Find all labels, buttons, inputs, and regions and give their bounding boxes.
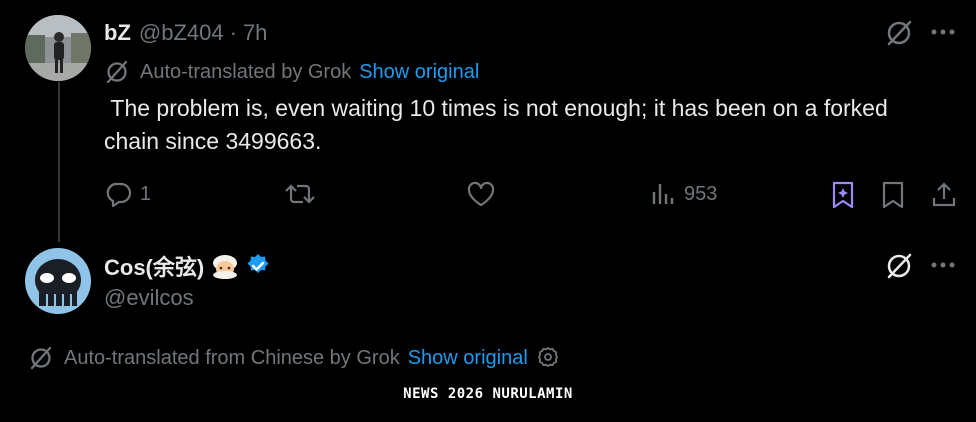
views-button[interactable]: 953 <box>650 180 717 208</box>
grok-icon <box>28 345 54 371</box>
display-name[interactable]: Cos(余弦) <box>104 250 204 282</box>
thread-connector-line <box>58 82 60 242</box>
translation-notice: Auto-translated from Chinese by Grok Sho… <box>28 344 560 372</box>
avatar[interactable] <box>25 248 91 314</box>
bookmark-icon <box>882 181 904 209</box>
grok-icon[interactable] <box>884 18 914 53</box>
more-icon[interactable] <box>928 22 958 47</box>
like-icon <box>467 181 495 207</box>
reply-button[interactable]: 1 <box>104 180 151 208</box>
grok-bookmark-button[interactable] <box>830 180 856 210</box>
grok-icon[interactable] <box>884 251 914 286</box>
translation-label: Auto-translated from Chinese by Grok <box>64 346 400 369</box>
show-original-link[interactable]: Show original <box>359 61 479 84</box>
display-name[interactable]: bZ <box>104 20 131 46</box>
more-icon[interactable] <box>928 255 958 280</box>
retweet-icon <box>285 184 315 204</box>
bookmark-button[interactable] <box>880 180 906 210</box>
reply-count: 1 <box>140 182 152 205</box>
tweet-header: Cos(余弦) <box>104 251 272 281</box>
views-icon <box>652 184 674 204</box>
verified-icon[interactable] <box>244 252 272 280</box>
user-handle[interactable]: @evilcos <box>104 285 194 311</box>
show-original-link[interactable]: Show original <box>408 347 528 370</box>
user-handle[interactable]: @bZ404 <box>139 20 224 46</box>
emoji-badge-icon <box>210 253 240 279</box>
avatar[interactable] <box>25 15 91 81</box>
retweet-button[interactable] <box>284 180 324 208</box>
timestamp[interactable]: 7h <box>243 20 267 46</box>
like-button[interactable] <box>466 180 504 208</box>
gear-icon[interactable] <box>536 346 560 370</box>
grok-bookmark-icon <box>832 181 854 209</box>
avatar-photo <box>25 15 91 81</box>
share-button[interactable] <box>930 180 958 210</box>
grok-icon <box>104 59 130 85</box>
avatar-photo <box>25 248 91 314</box>
watermark-text: NEWS 2026 NURULAMIN <box>403 386 573 402</box>
tweet-text: The problem is, even waiting 10 times is… <box>104 95 895 154</box>
reply-icon <box>106 182 132 208</box>
views-count: 953 <box>684 182 718 205</box>
tweet-header: bZ @bZ404 · 7h <box>104 18 267 48</box>
tweet-actions: 1 953 <box>104 180 964 212</box>
separator-dot: · <box>229 20 237 45</box>
translation-notice: Auto-translated by Grok Show original <box>104 58 479 86</box>
translation-label: Auto-translated by Grok <box>140 60 352 83</box>
share-icon <box>932 182 956 207</box>
